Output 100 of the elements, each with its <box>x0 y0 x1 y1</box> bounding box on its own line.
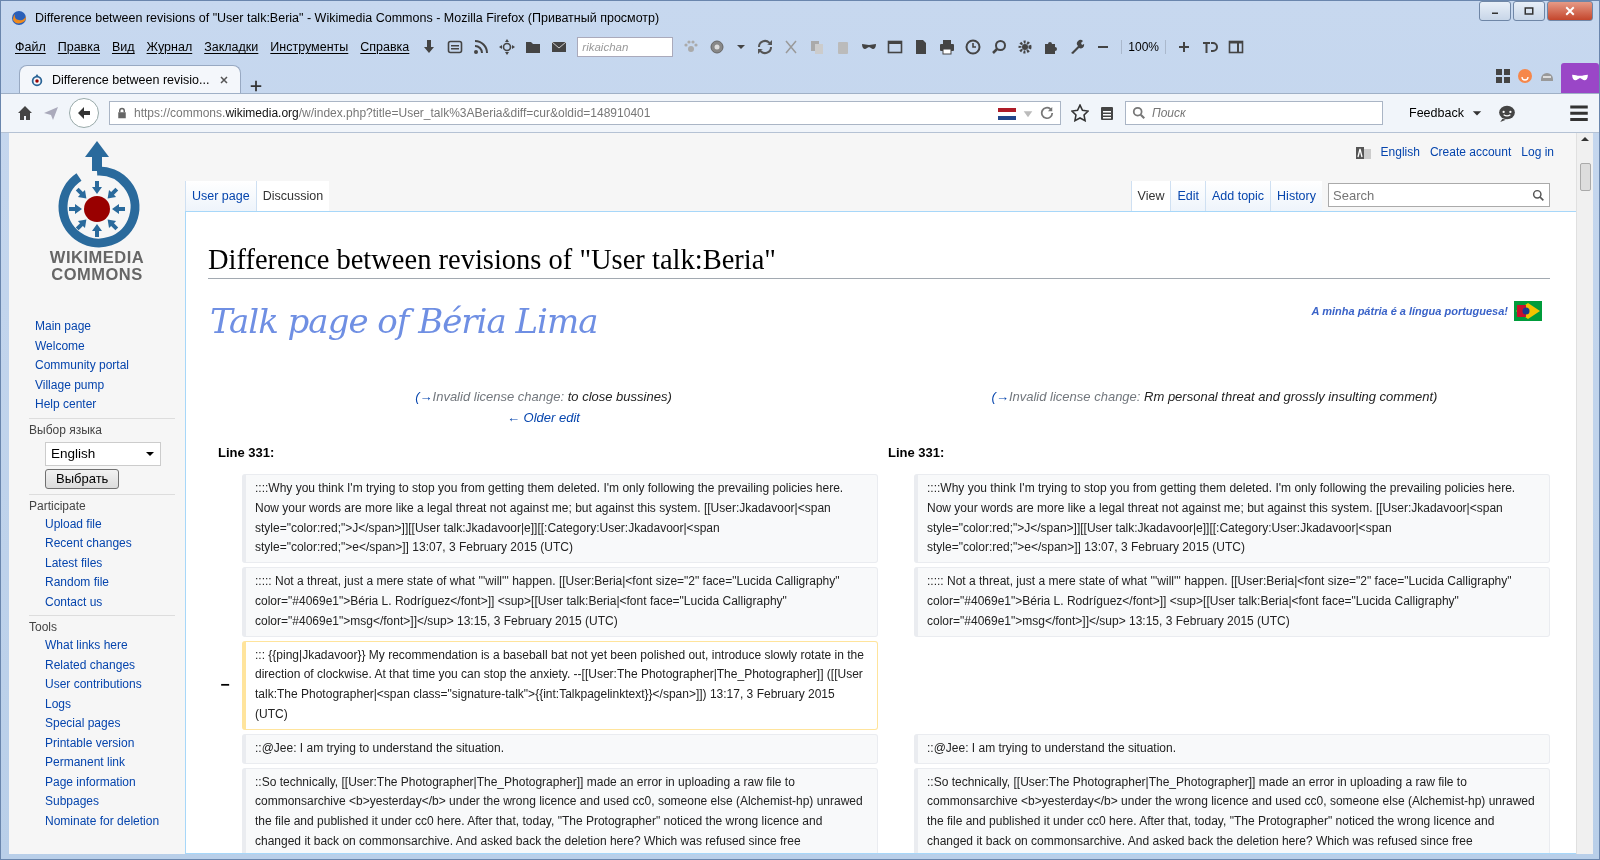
sidebar-link[interactable]: What links here <box>45 636 175 656</box>
view-tab[interactable]: Edit <box>1170 181 1205 211</box>
sidebar-link[interactable]: Special pages <box>45 714 175 734</box>
nav-link[interactable]: Village pump <box>35 375 185 395</box>
personal-link[interactable]: Create account <box>1429 143 1512 163</box>
scrollbar-thumb[interactable] <box>1579 163 1591 191</box>
nav-link[interactable]: Welcome <box>35 336 185 356</box>
older-edit-link[interactable]: ← Older edit <box>507 410 580 425</box>
view-tab[interactable]: History <box>1270 181 1322 211</box>
flag-icon <box>1514 301 1542 321</box>
tj-logo-icon[interactable] <box>1202 39 1219 55</box>
page-tab[interactable]: Discussion <box>255 181 330 211</box>
menu-item[interactable]: Справка <box>360 40 410 54</box>
browser-search-field[interactable]: Поиск <box>1125 101 1383 125</box>
close-icon[interactable] <box>218 73 230 86</box>
close-icon[interactable] <box>1564 5 1576 17</box>
rss-icon[interactable] <box>473 39 490 55</box>
browser-tab[interactable]: Difference between revisio... <box>19 65 241 93</box>
private-browsing-button[interactable] <box>1561 63 1599 93</box>
maximize-button[interactable] <box>1513 1 1545 21</box>
zoom-level[interactable]: 100% <box>1121 40 1167 54</box>
personal-link[interactable]: Log in <box>1521 143 1554 163</box>
deleted-marker: − <box>219 675 231 696</box>
sidebar-link[interactable]: Permanent link <box>45 753 175 773</box>
sidebar-link[interactable]: Printable version <box>45 733 175 753</box>
grid-icon[interactable] <box>1495 68 1511 84</box>
select-button[interactable]: Выбрать <box>45 468 120 489</box>
sync-icon[interactable] <box>757 39 774 55</box>
sidebar-link[interactable]: Latest files <box>45 553 175 573</box>
new-tab-icon[interactable] <box>249 79 263 93</box>
browser-search-field[interactable]: Поиск <box>1152 103 1376 123</box>
language-icon[interactable] <box>1354 145 1371 161</box>
maximize-icon[interactable] <box>1523 5 1535 17</box>
star-icon[interactable] <box>1071 104 1089 122</box>
clipboard-list-icon[interactable] <box>1099 105 1115 121</box>
back-button[interactable] <box>69 98 99 128</box>
feedback-button[interactable]: Feedback <box>1403 105 1488 121</box>
close-button[interactable] <box>1547 1 1593 21</box>
sidebar-link[interactable]: Logs <box>45 694 175 714</box>
sidebar-link[interactable]: Contact us <box>45 592 175 612</box>
reload-icon[interactable] <box>1040 106 1054 120</box>
diff-context-cell: ::@Jee: I am trying to understand the situation. <box>242 733 878 764</box>
sidebar-link[interactable]: Recent changes <box>45 534 175 554</box>
sidebar-link[interactable]: Random file <box>45 573 175 593</box>
sidebar-link[interactable]: Page information <box>45 772 175 792</box>
personal-link[interactable]: English <box>1380 143 1420 163</box>
sidebar-link[interactable]: Nominate for deletion <box>45 811 175 831</box>
sidebar-link[interactable]: Upload file <box>45 514 175 534</box>
banner-title: Talk page of Béria Lima <box>210 301 598 341</box>
home-icon[interactable] <box>17 105 33 121</box>
lock-icon[interactable] <box>116 107 128 119</box>
sidebar-link[interactable]: User contributions <box>45 675 175 695</box>
diff-context-cell: ::@Jee: I am trying to understand the situation. <box>914 733 1550 764</box>
wrench-icon[interactable] <box>1069 39 1086 55</box>
back-arrow-icon[interactable] <box>76 105 92 121</box>
search-icon[interactable] <box>1132 106 1146 120</box>
motto-text: A minha pátria é a língua portuguesa! <box>1311 305 1508 317</box>
move-icon[interactable] <box>499 39 516 55</box>
sidebar-link[interactable]: Related changes <box>45 655 175 675</box>
diff-context-cell: ::::Why you think I'm trying to stop you from getting them deleted. I'm only following the prevailing policies here. Now your words are more like a legal threat not against me; but against this system. [[User:Jkadavoor|<span style="color:red;">J</span>]][[User talk:Jkadavoor|e]][[:Category:User:Jkadavoor|<span style="color:red;">e</span>]] 13:07, 3 February 2015 (UTC) <box>242 474 878 564</box>
nav-link[interactable]: Community portal <box>35 356 185 376</box>
sidebar-link[interactable]: Subpages <box>45 792 175 812</box>
flag-icon[interactable] <box>998 105 1016 121</box>
search-icon[interactable] <box>1532 188 1545 202</box>
view-tab[interactable]: Add topic <box>1204 181 1271 211</box>
wiki-search-field[interactable]: Search <box>1328 183 1550 207</box>
menu-item[interactable]: Закладки <box>204 40 259 54</box>
address-bar[interactable]: https://commons.wikimedia.org/w/index.php?title=User_talk%3ABeria&diff=cur&oldid=148910401 <box>109 101 1061 125</box>
wikimedia-icon[interactable] <box>30 72 44 87</box>
printer-icon[interactable] <box>939 39 956 55</box>
sidebar-icon[interactable] <box>1228 39 1245 55</box>
diff-context-cell: ::::: Not a threat, just a mere state of what '''will''' happen. [[User:Beria|<font size="2" face="Lucida Calligraphy" color="#4069e1">Béria L. Rodríguez</font>]] <sup>[[User talk:Beria|<font face="Lucida Calligraphy" color="#4069e1">msg</font>]]</sup> 13:15, 3 February 2015 (UTC) <box>242 567 878 637</box>
menu-item[interactable]: Правка <box>57 40 100 54</box>
nav-link[interactable]: Main page <box>35 317 185 337</box>
menu-item[interactable]: Инструменты <box>270 40 349 54</box>
edit-summary: (→Invalid license change: to close bussines) <box>414 388 673 406</box>
portal-heading: Participate <box>29 497 87 515</box>
view-tab[interactable]: View <box>1130 181 1171 211</box>
diff-context-cell: ::::: Not a threat, just a mere state of what '''will''' happen. [[User:Beria|<font size="2" face="Lucida Calligraphy" color="#4069e1">Béria L. Rodríguez</font>]] <sup>[[User talk:Beria|<font face="Lucida Calligraphy" color="#4069e1">msg</font>]]</sup> 13:15, 3 February 2015 (UTC) <box>914 567 1550 637</box>
toolbar-input-field[interactable]: rikaichan <box>577 37 674 57</box>
menu-item[interactable]: Вид <box>111 40 135 54</box>
reader-icon[interactable] <box>447 39 464 55</box>
puzzle-icon[interactable] <box>1043 39 1060 55</box>
window-title: Difference between revisions of "User talk:Beria" - Wikimedia Commons - Mozilla Firefox (Приватный просмотр) <box>35 11 661 25</box>
menu-icon[interactable] <box>1569 103 1589 123</box>
line-number-label: Line 331: <box>217 444 276 462</box>
menu-item[interactable]: Файл <box>15 40 46 54</box>
language-select[interactable]: English <box>45 441 161 466</box>
edit-summary: (→Invalid license change: Rm personal threat and grossly insulting comment) <box>990 388 1439 406</box>
mail-icon[interactable] <box>551 39 568 55</box>
folder-icon[interactable] <box>525 39 542 55</box>
search-icon[interactable] <box>991 39 1008 55</box>
menu-item[interactable]: Журнал <box>146 40 193 54</box>
chat-icon[interactable] <box>1497 104 1516 122</box>
page-tab[interactable]: User page <box>185 181 256 211</box>
nav-link[interactable]: Help center <box>35 395 185 415</box>
clock-icon[interactable] <box>965 39 982 55</box>
window-icon[interactable] <box>887 39 904 55</box>
firefox-icon[interactable] <box>11 10 27 26</box>
scrollbar[interactable] <box>1576 133 1593 854</box>
